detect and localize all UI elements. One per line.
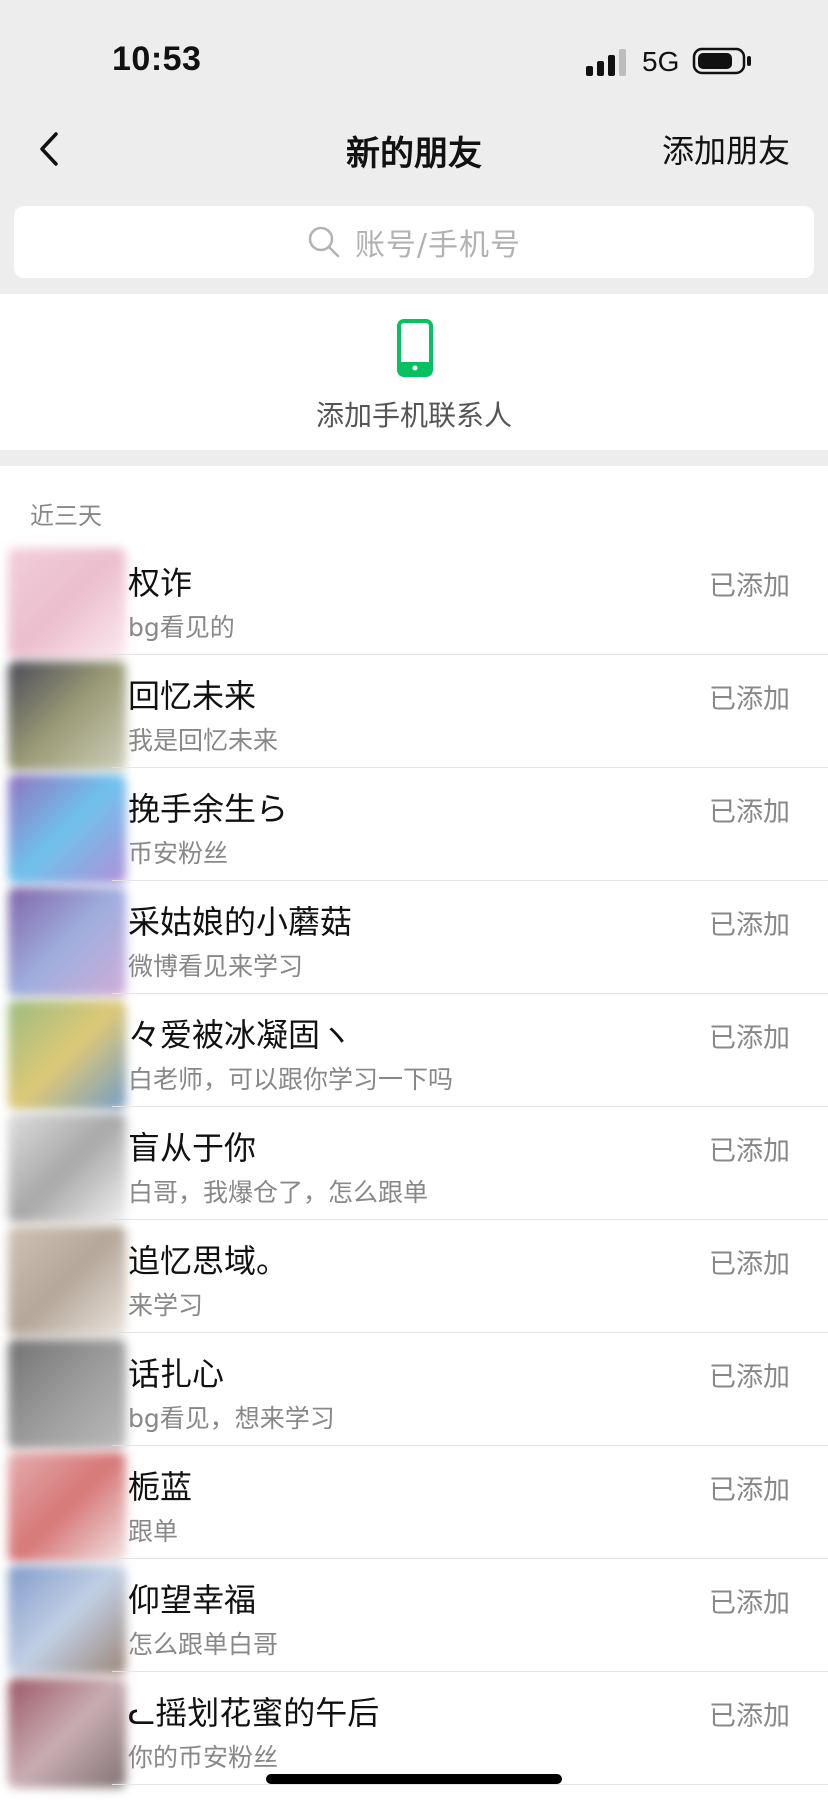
list-item[interactable]: 栀蓝 跟单 已添加 (0, 1446, 828, 1562)
signal-icon (586, 49, 626, 76)
added-status: 已添加 (709, 1249, 790, 1280)
avatar[interactable] (8, 887, 126, 997)
friend-name: 回忆未来 (128, 677, 257, 715)
avatar[interactable] (8, 1565, 126, 1675)
added-status: 已添加 (709, 797, 790, 828)
recent-friends-section: 近三天 权诈 bg看见的 已添加 回忆未来 我是回忆未来 已添加 挽手余生ら 币… (0, 466, 828, 1800)
avatar[interactable] (8, 774, 126, 884)
list-item[interactable]: 仰望幸福 怎么跟单白哥 已添加 (0, 1559, 828, 1675)
list-item[interactable]: 挽手余生ら 币安粉丝 已添加 (0, 768, 828, 884)
section-header: 近三天 (30, 502, 102, 530)
battery-icon (692, 47, 751, 75)
friend-note: bg看见，想来学习 (128, 1404, 335, 1433)
list-item[interactable]: 回忆未来 我是回忆未来 已添加 (0, 655, 828, 771)
network-label: 5G (642, 46, 680, 77)
list-item[interactable]: 采姑娘的小蘑菇 微博看见来学习 已添加 (0, 881, 828, 997)
list-item[interactable]: 权诈 bg看见的 已添加 (0, 542, 828, 658)
friend-name: 采姑娘的小蘑菇 (128, 903, 353, 941)
avatar[interactable] (8, 1452, 126, 1562)
friend-note: 白老师，可以跟你学习一下吗 (128, 1065, 454, 1094)
avatar[interactable] (8, 661, 126, 771)
friend-name: 挽手余生ら (128, 790, 289, 828)
added-status: 已添加 (709, 1475, 790, 1506)
added-status: 已添加 (709, 684, 790, 715)
friend-note: 白哥，我爆仓了，怎么跟单 (128, 1178, 429, 1207)
status-bar: 10:53 5G (0, 0, 828, 106)
friend-note: 微博看见来学习 (128, 952, 304, 981)
friend-note: 来学习 (128, 1291, 204, 1320)
friend-list: 权诈 bg看见的 已添加 回忆未来 我是回忆未来 已添加 挽手余生ら 币安粉丝 … (0, 542, 828, 1788)
avatar[interactable] (8, 548, 126, 658)
added-status: 已添加 (709, 1701, 790, 1732)
list-item[interactable]: 追忆思域。 来学习 已添加 (0, 1220, 828, 1336)
phone-icon (397, 319, 433, 377)
friend-note: 币安粉丝 (128, 839, 229, 868)
add-phone-contacts-label: 添加手机联系人 (315, 399, 512, 432)
added-status: 已添加 (709, 1588, 790, 1619)
friend-name: ᓚ摇划花蜜的午后 (128, 1694, 380, 1732)
added-status: 已添加 (709, 1023, 790, 1054)
friend-name: 话扎心 (128, 1355, 225, 1393)
friend-name: 权诈 (128, 564, 193, 602)
list-item[interactable]: 々爱被冰凝固ヽ 白老师，可以跟你学习一下吗 已添加 (0, 994, 828, 1110)
friend-name: 盲从于你 (128, 1129, 257, 1167)
list-item[interactable]: 话扎心 bg看见，想来学习 已添加 (0, 1333, 828, 1449)
add-phone-contacts-button[interactable]: 添加手机联系人 (0, 294, 828, 450)
friend-note: 跟单 (128, 1517, 179, 1546)
friend-note: 我是回忆未来 (128, 726, 279, 755)
divider (112, 1784, 828, 1785)
added-status: 已添加 (709, 1362, 790, 1393)
avatar[interactable] (8, 1339, 126, 1449)
friend-note: 你的币安粉丝 (128, 1743, 279, 1772)
add-friend-button[interactable]: 添加朋友 (662, 126, 790, 172)
friend-name: 追忆思域。 (128, 1242, 289, 1280)
added-status: 已添加 (709, 910, 790, 941)
status-time: 10:53 (112, 40, 202, 78)
list-item[interactable]: ᓚ摇划花蜜的午后 你的币安粉丝 已添加 (0, 1672, 828, 1788)
friend-note: bg看见的 (128, 613, 235, 642)
friend-name: 仰望幸福 (128, 1581, 257, 1619)
added-status: 已添加 (709, 1136, 790, 1167)
search-input[interactable]: 账号/手机号 (14, 206, 814, 278)
nav-bar: 新的朋友 添加朋友 (0, 106, 828, 190)
avatar[interactable] (8, 1000, 126, 1110)
avatar[interactable] (8, 1113, 126, 1223)
search-placeholder: 账号/手机号 (354, 228, 522, 263)
list-item[interactable]: 盲从于你 白哥，我爆仓了，怎么跟单 已添加 (0, 1107, 828, 1223)
avatar[interactable] (8, 1678, 126, 1788)
added-status: 已添加 (709, 571, 790, 602)
avatar[interactable] (8, 1226, 126, 1336)
home-indicator[interactable] (266, 1774, 562, 1784)
search-icon (308, 226, 340, 258)
friend-name: 栀蓝 (128, 1468, 193, 1506)
friend-name: 々爱被冰凝固ヽ (128, 1016, 353, 1054)
friend-note: 怎么跟单白哥 (128, 1630, 279, 1659)
